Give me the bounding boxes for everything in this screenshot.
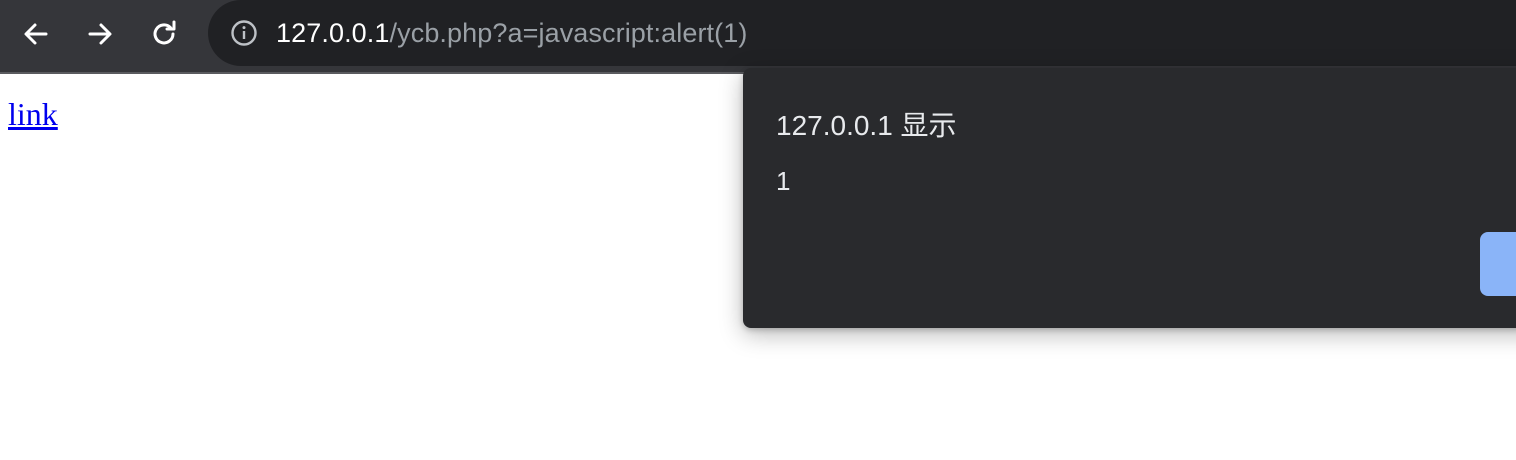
alert-dialog: 127.0.0.1 显示 1 bbox=[743, 68, 1516, 328]
url-text[interactable]: 127.0.0.1/ycb.php?a=javascript:alert(1) bbox=[276, 15, 747, 51]
ok-button[interactable] bbox=[1480, 232, 1516, 296]
dialog-message: 1 bbox=[776, 166, 791, 196]
arrow-right-icon bbox=[88, 23, 112, 45]
url-host: 127.0.0.1 bbox=[276, 18, 390, 48]
dialog-title: 127.0.0.1 显示 bbox=[776, 110, 957, 141]
browser-toolbar: 127.0.0.1/ycb.php?a=javascript:alert(1) bbox=[0, 0, 1516, 74]
page-link[interactable]: link bbox=[8, 96, 58, 133]
url-path: /ycb.php?a=javascript:alert(1) bbox=[389, 18, 748, 48]
back-button[interactable] bbox=[14, 12, 58, 56]
address-bar[interactable]: 127.0.0.1/ycb.php?a=javascript:alert(1) bbox=[208, 0, 1516, 66]
info-circle-icon[interactable] bbox=[230, 19, 258, 47]
forward-button[interactable] bbox=[78, 12, 122, 56]
reload-icon bbox=[153, 20, 176, 45]
reload-button[interactable] bbox=[142, 12, 186, 56]
arrow-left-icon bbox=[24, 23, 48, 45]
